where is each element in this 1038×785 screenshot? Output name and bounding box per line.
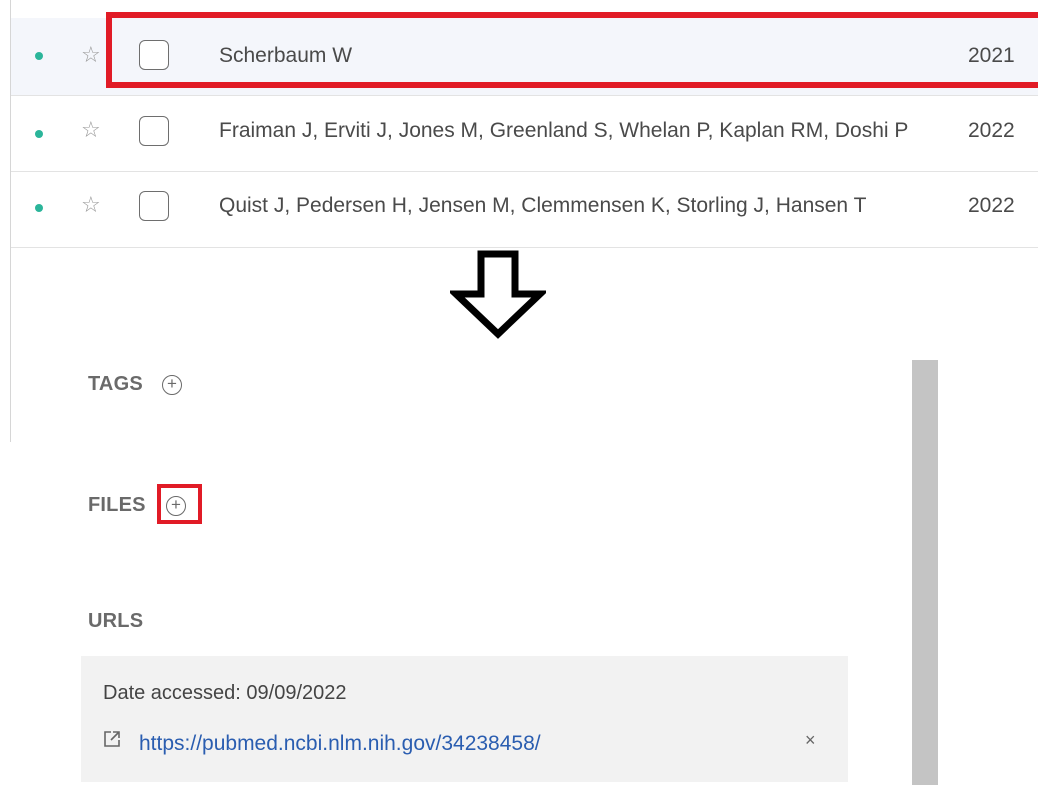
select-checkbox[interactable] (139, 116, 169, 146)
files-heading: FILES (88, 494, 146, 516)
reference-row[interactable]: ☆ Scherbaum W 2021 (11, 18, 1038, 96)
reference-row[interactable]: ☆ Quist J, Pedersen H, Jensen M, Clemmen… (11, 172, 1038, 248)
select-checkbox[interactable] (139, 40, 169, 70)
tags-heading: TAGS (88, 373, 143, 395)
star-icon[interactable]: ☆ (81, 194, 101, 216)
star-icon[interactable]: ☆ (81, 119, 101, 141)
reference-authors: Scherbaum W (219, 44, 353, 67)
down-arrow-icon (450, 250, 546, 339)
url-link[interactable]: https://pubmed.ncbi.nlm.nih.gov/34238458… (139, 732, 541, 756)
reference-row[interactable]: ☆ Fraiman J, Erviti J, Jones M, Greenlan… (11, 96, 1038, 172)
status-dot (35, 130, 43, 138)
reference-year: 2022 (968, 194, 1015, 217)
scrollbar[interactable] (912, 360, 938, 785)
status-dot (35, 204, 43, 212)
url-entry: Date accessed: 09/09/2022 https://pubmed… (81, 656, 848, 782)
reference-authors: Quist J, Pedersen H, Jensen M, Clemmense… (219, 194, 867, 217)
date-accessed: Date accessed: 09/09/2022 (103, 682, 347, 704)
add-tag-icon[interactable]: + (162, 375, 182, 395)
reference-year: 2021 (968, 44, 1015, 67)
external-link-icon[interactable] (103, 730, 121, 748)
status-dot (35, 52, 43, 60)
star-icon[interactable]: ☆ (81, 44, 101, 66)
reference-authors: Fraiman J, Erviti J, Jones M, Greenland … (219, 119, 909, 142)
close-icon[interactable]: × (805, 730, 816, 751)
add-file-icon[interactable]: + (166, 496, 186, 516)
reference-year: 2022 (968, 119, 1015, 142)
select-checkbox[interactable] (139, 191, 169, 221)
urls-heading: URLS (88, 610, 144, 632)
